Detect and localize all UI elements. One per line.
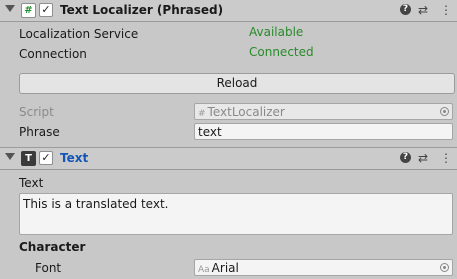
status-value: Connected	[249, 45, 314, 59]
component-title: Text	[60, 151, 89, 165]
object-picker-icon[interactable]	[440, 263, 449, 272]
script-icon: #	[21, 3, 36, 18]
font-label: Font	[35, 261, 62, 275]
text-label: Text	[19, 176, 44, 190]
text-component-icon: T	[21, 151, 36, 166]
component-header-localizer[interactable]: # ✓ Text Localizer (Phrased) ? ⇄ ⋮	[0, 0, 457, 22]
script-value: TextLocalizer	[207, 105, 285, 119]
component-header-text[interactable]: T ✓ Text ? ⇄ ⋮	[0, 148, 457, 170]
preset-icon[interactable]: ⇄	[418, 150, 428, 166]
context-menu-icon[interactable]: ⋮	[440, 150, 452, 166]
foldout-arrow-icon[interactable]	[5, 5, 15, 12]
object-picker-icon[interactable]	[440, 107, 449, 116]
font-object-field[interactable]: Aa Arial	[194, 259, 453, 276]
foldout-arrow-icon[interactable]	[5, 153, 15, 160]
section-heading: Character	[19, 240, 86, 254]
script-file-icon: #	[198, 109, 206, 119]
script-label: Script	[19, 105, 54, 119]
component-title: Text Localizer (Phrased)	[60, 3, 224, 17]
text-input-area[interactable]: This is a translated text.	[19, 193, 453, 235]
help-icon[interactable]: ?	[400, 4, 411, 15]
font-asset-icon: Aa	[198, 265, 210, 275]
enabled-checkbox[interactable]: ✓	[39, 151, 53, 165]
reload-button[interactable]: Reload	[19, 73, 455, 94]
help-icon[interactable]: ?	[400, 152, 411, 163]
field-label: Localization Service	[19, 27, 139, 41]
font-value: Arial	[211, 261, 239, 275]
phrase-label: Phrase	[19, 125, 60, 139]
preset-icon[interactable]: ⇄	[418, 2, 428, 18]
phrase-input[interactable]: text	[194, 123, 453, 140]
context-menu-icon[interactable]: ⋮	[440, 2, 452, 18]
field-label: Connection	[19, 47, 87, 61]
enabled-checkbox[interactable]: ✓	[39, 3, 53, 17]
status-value: Available	[249, 25, 304, 39]
script-object-field[interactable]: # TextLocalizer	[194, 103, 453, 120]
